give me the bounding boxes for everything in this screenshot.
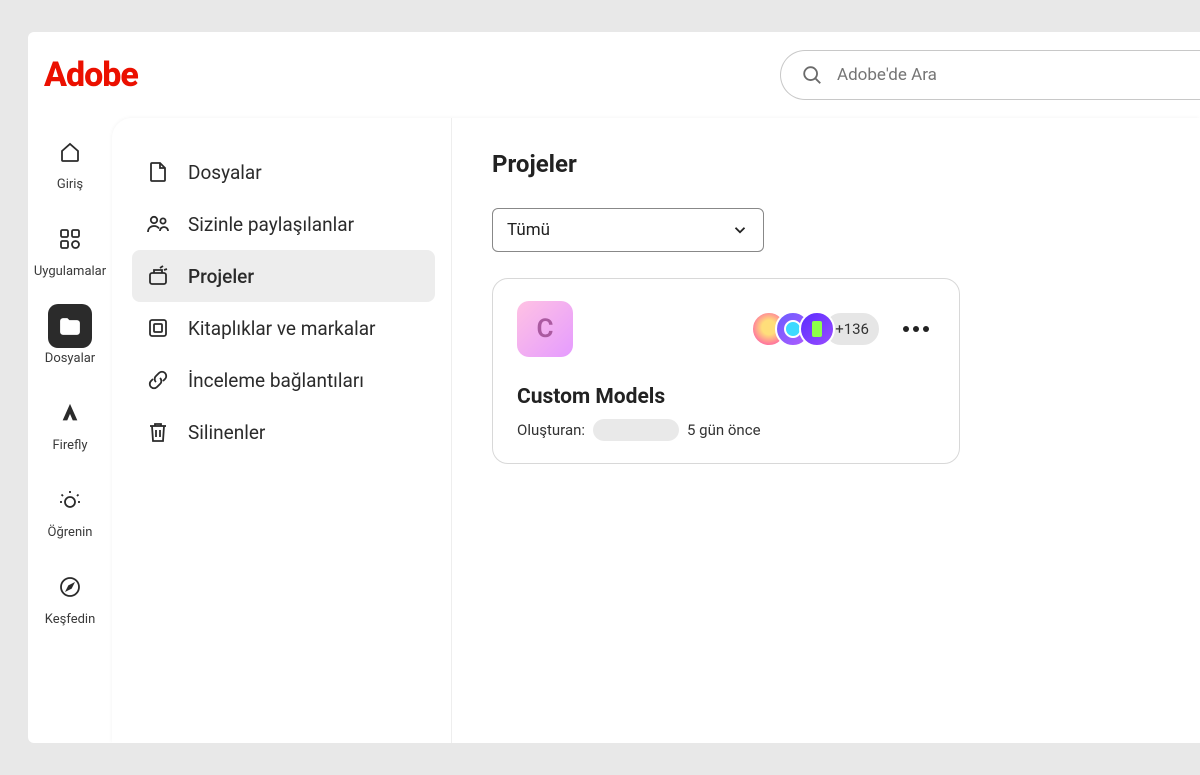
dots-icon: [903, 326, 909, 332]
subnav-projects[interactable]: Projeler: [132, 250, 435, 302]
project-card[interactable]: C +136 Cu: [492, 278, 960, 464]
subnav-label: Dosyalar: [188, 161, 262, 184]
main-area: Projeler Tümü C +136: [452, 118, 1200, 743]
creator-name-redacted: [593, 419, 679, 441]
files-subnav: Dosyalar Sizinle paylaşılanlar Projeler …: [112, 118, 452, 743]
rail-label: Dosyalar: [41, 352, 99, 367]
rail-item-firefly[interactable]: Firefly: [28, 391, 112, 454]
subnav-label: İnceleme bağlantıları: [188, 369, 364, 392]
adobe-logo[interactable]: Adobe: [44, 55, 138, 95]
rail-label: Uygulamalar: [30, 265, 110, 280]
subnav-review-links[interactable]: İnceleme bağlantıları: [132, 354, 435, 406]
home-icon: [48, 130, 92, 174]
search-bar[interactable]: [780, 50, 1200, 100]
compass-icon: [48, 565, 92, 609]
project-title: Custom Models: [517, 385, 935, 409]
topbar: Adobe: [28, 32, 1200, 118]
body: Giriş Uygulamalar Dosyalar Firefly: [28, 118, 1200, 743]
rail-label: Firefly: [48, 439, 91, 454]
card-header: C +136: [517, 301, 935, 357]
projects-icon: [146, 264, 170, 288]
rail-label: Öğrenin: [44, 526, 97, 541]
subnav-label: Silinenler: [188, 421, 265, 444]
rail-item-files[interactable]: Dosyalar: [28, 304, 112, 367]
filter-dropdown[interactable]: Tümü: [492, 208, 764, 252]
subnav-shared[interactable]: Sizinle paylaşılanlar: [132, 198, 435, 250]
learn-icon: [48, 478, 92, 522]
project-age: 5 gün önce: [687, 421, 761, 439]
subnav-label: Kitaplıklar ve markalar: [188, 317, 376, 340]
more-actions-button[interactable]: [897, 320, 935, 338]
project-meta: Oluşturan: 5 gün önce: [517, 419, 935, 441]
card-right-cluster: +136: [751, 311, 935, 347]
folder-icon: [48, 304, 92, 348]
search-input[interactable]: [837, 65, 1180, 85]
subnav-libraries[interactable]: Kitaplıklar ve markalar: [132, 302, 435, 354]
rail-item-apps[interactable]: Uygulamalar: [28, 217, 112, 280]
collaborator-avatars[interactable]: +136: [751, 311, 881, 347]
search-container: [780, 50, 1200, 100]
link-icon: [146, 368, 170, 392]
subnav-files[interactable]: Dosyalar: [132, 146, 435, 198]
trash-icon: [146, 420, 170, 444]
subnav-deleted[interactable]: Silinenler: [132, 406, 435, 458]
firefly-icon: [48, 391, 92, 435]
chevron-down-icon: [731, 221, 749, 239]
subnav-label: Projeler: [188, 265, 254, 288]
app-window: Adobe Giriş Uygulamalar: [28, 32, 1200, 743]
project-thumbnail: C: [517, 301, 573, 357]
rail-item-learn[interactable]: Öğrenin: [28, 478, 112, 541]
rail-item-home[interactable]: Giriş: [28, 130, 112, 193]
created-by-label: Oluşturan:: [517, 421, 585, 439]
libraries-icon: [146, 316, 170, 340]
apps-icon: [48, 217, 92, 261]
search-icon: [801, 64, 823, 86]
file-icon: [146, 160, 170, 184]
shared-icon: [146, 212, 170, 236]
subnav-label: Sizinle paylaşılanlar: [188, 213, 354, 236]
rail-label: Giriş: [53, 178, 87, 193]
filter-selected: Tümü: [507, 220, 550, 240]
content-panel: Dosyalar Sizinle paylaşılanlar Projeler …: [112, 118, 1200, 743]
rail-label: Keşfedin: [41, 613, 100, 628]
avatar: [799, 311, 835, 347]
left-rail: Giriş Uygulamalar Dosyalar Firefly: [28, 118, 112, 743]
rail-item-discover[interactable]: Keşfedin: [28, 565, 112, 628]
page-title: Projeler: [492, 150, 1164, 178]
